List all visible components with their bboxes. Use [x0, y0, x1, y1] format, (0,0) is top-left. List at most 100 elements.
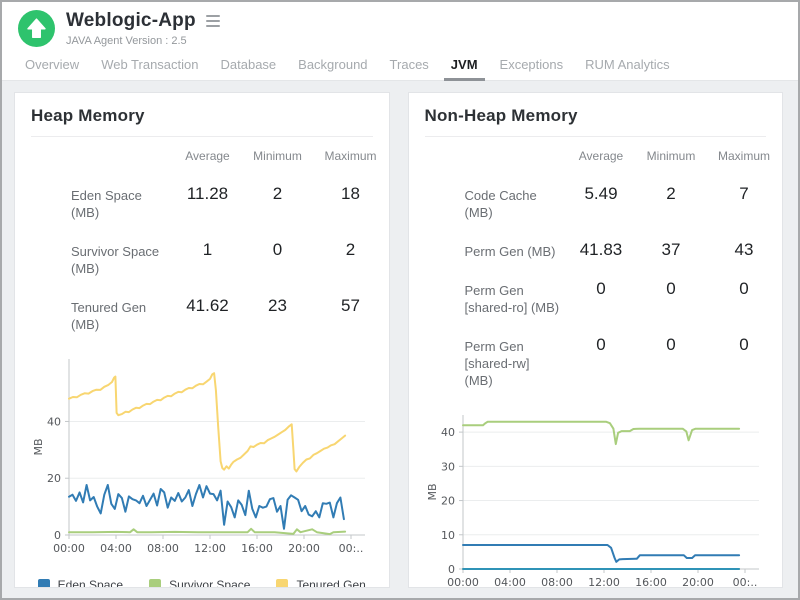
legend-item-survivor-space[interactable]: Survivor Space [149, 578, 250, 588]
metric-minimum: 0 [636, 326, 706, 363]
svg-text:MB: MB [426, 483, 439, 500]
svg-text:40: 40 [47, 415, 61, 428]
svg-text:20:00: 20:00 [682, 576, 714, 588]
table-row: Perm Gen [shared-ro] (MB) 0 0 0 [465, 270, 783, 326]
table-row: Eden Space (MB) 11.28 2 18 [71, 175, 389, 231]
svg-text:12:00: 12:00 [194, 542, 226, 555]
metric-minimum: 2 [243, 175, 313, 212]
heap-memory-panel: Heap Memory Average Minimum Maximum Eden… [14, 92, 390, 588]
tab-exceptions[interactable]: Exceptions [489, 51, 575, 80]
metric-average: 41.83 [566, 231, 636, 268]
legend-item-tenured-gen[interactable]: Tenured Gen [276, 578, 365, 588]
tenured-gen-swatch-icon [276, 579, 288, 588]
column-average: Average [173, 149, 243, 163]
metric-label: Code Cache (MB) [465, 175, 567, 231]
svg-text:20:00: 20:00 [288, 542, 320, 555]
tab-background[interactable]: Background [287, 51, 378, 80]
metric-maximum: 57 [313, 287, 389, 324]
svg-text:04:00: 04:00 [494, 576, 526, 588]
non-heap-memory-chart[interactable]: 0 10 20 30 40 00:00 04:00 08:00 12:00 16:00 20:00 0… [425, 409, 761, 588]
legend-label: Eden Space [58, 578, 123, 588]
metric-minimum: 0 [243, 231, 313, 268]
metric-average: 41.62 [173, 287, 243, 324]
divider [31, 136, 373, 137]
svg-text:08:00: 08:00 [541, 576, 573, 588]
non-heap-memory-panel: Non-Heap Memory Average Minimum Maximum … [408, 92, 784, 588]
column-maximum: Maximum [313, 149, 389, 163]
metric-label: Eden Space (MB) [71, 175, 173, 231]
app-window: Weblogic-App JAVA Agent Version : 2.5 Ov… [0, 0, 800, 600]
metric-average: 0 [566, 270, 636, 307]
column-maximum: Maximum [706, 149, 782, 163]
metric-label: Perm Gen [shared-ro] (MB) [465, 270, 567, 326]
menu-icon[interactable] [204, 13, 222, 29]
heap-panel-title: Heap Memory [31, 106, 373, 126]
tab-database[interactable]: Database [210, 51, 288, 80]
svg-text:10: 10 [441, 529, 455, 542]
table-header-row: Average Minimum Maximum [71, 141, 389, 175]
svg-text:04:00: 04:00 [100, 542, 132, 555]
metric-maximum: 43 [706, 231, 782, 268]
tab-rum-analytics[interactable]: RUM Analytics [574, 51, 681, 80]
monitor-status-up-icon [18, 10, 55, 47]
tab-traces[interactable]: Traces [379, 51, 440, 80]
metric-maximum: 0 [706, 270, 782, 307]
non-heap-memory-chart-wrap: 0 10 20 30 40 00:00 04:00 08:00 12:00 16:00 20:00 0… [425, 409, 767, 588]
legend-label: Tenured Gen [296, 578, 365, 588]
metric-minimum: 23 [243, 287, 313, 324]
table-row: Perm Gen (MB) 41.83 37 43 [465, 231, 783, 270]
legend-label: Survivor Space [169, 578, 250, 588]
metric-maximum: 18 [313, 175, 389, 212]
metric-maximum: 7 [706, 175, 782, 212]
table-row: Perm Gen [shared-rw] (MB) 0 0 0 [465, 326, 783, 399]
legend-item-eden-space[interactable]: Eden Space [38, 578, 123, 588]
metric-minimum: 37 [636, 231, 706, 268]
svg-text:00:00: 00:00 [447, 576, 479, 588]
column-minimum: Minimum [243, 149, 313, 163]
svg-text:00:..: 00:.. [732, 576, 757, 588]
metric-average: 0 [566, 326, 636, 363]
svg-text:16:00: 16:00 [241, 542, 273, 555]
svg-text:00:00: 00:00 [53, 542, 85, 555]
svg-text:30: 30 [441, 460, 455, 473]
metric-minimum: 2 [636, 175, 706, 212]
metric-average: 11.28 [173, 175, 243, 212]
column-minimum: Minimum [636, 149, 706, 163]
heap-chart-legend: Eden Space Survivor Space Tenured Gen [31, 578, 373, 588]
heap-memory-chart-wrap: 0204000:0004:0008:0012:0016:0020:0000:..… [31, 353, 373, 566]
metric-maximum: 0 [706, 326, 782, 363]
metric-label: Survivor Space (MB) [71, 231, 173, 287]
metric-average: 5.49 [566, 175, 636, 212]
heap-memory-chart[interactable]: 0204000:0004:0008:0012:0016:0020:0000:..… [31, 353, 367, 561]
app-header: Weblogic-App JAVA Agent Version : 2.5 [2, 2, 798, 47]
tab-jvm[interactable]: JVM [440, 51, 489, 80]
svg-text:16:00: 16:00 [635, 576, 667, 588]
svg-text:08:00: 08:00 [147, 542, 179, 555]
column-average: Average [566, 149, 636, 163]
table-header-row: Average Minimum Maximum [465, 141, 783, 175]
metric-label: Perm Gen [shared-rw] (MB) [465, 326, 567, 399]
non-heap-metrics-table: Average Minimum Maximum Code Cache (MB) … [465, 141, 783, 399]
tab-overview[interactable]: Overview [14, 51, 90, 80]
tab-bar: Overview Web Transaction Database Backgr… [2, 51, 798, 81]
agent-version-label: JAVA Agent Version : 2.5 [66, 35, 222, 47]
heap-metrics-table: Average Minimum Maximum Eden Space (MB) … [71, 141, 389, 343]
metric-average: 1 [173, 231, 243, 268]
page-title: Weblogic-App [66, 10, 196, 32]
non-heap-panel-title: Non-Heap Memory [425, 106, 767, 126]
svg-text:40: 40 [441, 426, 455, 439]
metric-label: Perm Gen (MB) [465, 231, 567, 270]
svg-text:MB: MB [32, 438, 45, 455]
svg-text:20: 20 [441, 495, 455, 508]
divider [425, 136, 767, 137]
svg-text:00:..: 00:.. [339, 542, 364, 555]
metric-maximum: 2 [313, 231, 389, 268]
eden-space-swatch-icon [38, 579, 50, 588]
table-row: Code Cache (MB) 5.49 2 7 [465, 175, 783, 231]
metric-minimum: 0 [636, 270, 706, 307]
metric-label: Tenured Gen (MB) [71, 287, 173, 343]
svg-text:0: 0 [448, 563, 455, 576]
svg-text:20: 20 [47, 472, 61, 485]
tab-web-transaction[interactable]: Web Transaction [90, 51, 209, 80]
svg-text:12:00: 12:00 [588, 576, 620, 588]
